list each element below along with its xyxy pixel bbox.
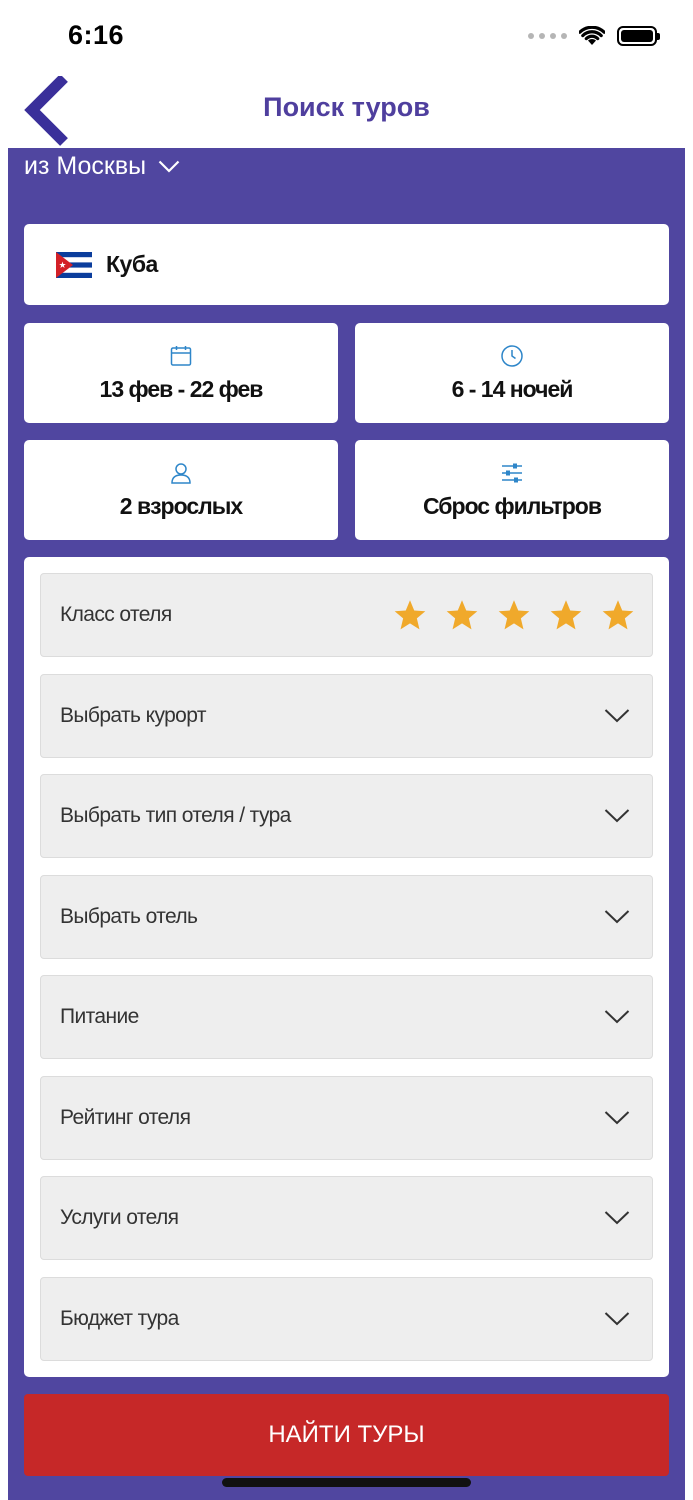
star-icon[interactable]: [444, 598, 480, 633]
filter-label: Выбрать тип отеля / тура: [60, 804, 291, 827]
chevron-down-icon: [604, 809, 630, 823]
clock-icon: [501, 344, 523, 367]
chevron-down-icon: [604, 1211, 630, 1225]
chevron-down-icon: [158, 160, 180, 173]
destination-selector[interactable]: Куба: [24, 224, 669, 305]
budget-dropdown[interactable]: Бюджет тура: [40, 1276, 653, 1361]
filter-label: Бюджет тура: [60, 1306, 179, 1330]
nights-label: 6 - 14 ночей: [451, 375, 574, 402]
filter-label: Выбрать отель: [60, 904, 198, 928]
reset-filters-button[interactable]: Сброс фильтров: [355, 440, 669, 540]
hotel-rating-dropdown[interactable]: Рейтинг отеля: [40, 1075, 653, 1160]
meals-dropdown[interactable]: Питание: [40, 975, 653, 1059]
sliders-icon: [502, 463, 522, 482]
battery-icon: [617, 26, 660, 46]
search-panel: из Москвы Куба 13 фев - 22 фев 6 - 14 но…: [8, 148, 685, 1500]
reset-filters-label: Сброс фильтров: [423, 492, 602, 519]
status-icons: [528, 26, 660, 46]
star-icon[interactable]: [496, 598, 532, 633]
page-title: Поиск туров: [263, 92, 430, 122]
chevron-down-icon: [604, 1110, 630, 1124]
travelers-label: 2 взрослых: [119, 492, 243, 519]
filter-label: Рейтинг отеля: [60, 1105, 191, 1129]
search-tours-button[interactable]: НАЙТИ ТУРЫ: [24, 1394, 669, 1476]
person-icon: [171, 462, 191, 484]
departure-selector[interactable]: из Москвы: [24, 152, 180, 181]
nights-button[interactable]: 6 - 14 ночей: [355, 323, 669, 423]
star-icon[interactable]: [548, 598, 584, 633]
chevron-down-icon: [604, 909, 630, 923]
filters-panel: Класс отеля Выбрать курорт Выбрать тип о…: [24, 557, 669, 1377]
chevron-down-icon: [604, 1311, 630, 1325]
star-icon[interactable]: [392, 598, 428, 633]
cuba-flag-icon: [56, 251, 92, 278]
chevron-down-icon: [604, 708, 630, 722]
hotel-services-dropdown[interactable]: Услуги отеля: [40, 1176, 653, 1260]
chevron-down-icon: [604, 1010, 630, 1024]
dates-button[interactable]: 13 фев - 22 фев: [24, 323, 338, 423]
destination-label: Куба: [106, 251, 158, 277]
filter-label: Выбрать курорт: [60, 703, 207, 727]
wifi-icon: [579, 26, 605, 45]
hotel-class-filter: Класс отеля: [40, 573, 653, 657]
signal-icon: [528, 33, 567, 39]
star-rating: [392, 598, 636, 633]
hotel-type-dropdown[interactable]: Выбрать тип отеля / тура: [40, 774, 653, 858]
hotel-dropdown[interactable]: Выбрать отель: [40, 874, 653, 959]
filter-label: Питание: [60, 1005, 139, 1028]
home-indicator: [222, 1478, 471, 1487]
resort-dropdown[interactable]: Выбрать курорт: [40, 673, 653, 758]
dates-label: 13 фев - 22 фев: [99, 375, 264, 402]
status-time: 6:16: [68, 20, 125, 50]
hotel-class-label: Класс отеля: [60, 603, 172, 626]
calendar-icon: [170, 345, 192, 366]
departure-label: из Москвы: [24, 152, 147, 180]
status-bar: 6:16: [0, 0, 693, 76]
navigation-bar: Поиск туров: [0, 74, 693, 148]
filter-label: Услуги отеля: [60, 1206, 179, 1229]
star-icon[interactable]: [600, 598, 636, 633]
travelers-button[interactable]: 2 взрослых: [24, 440, 338, 540]
